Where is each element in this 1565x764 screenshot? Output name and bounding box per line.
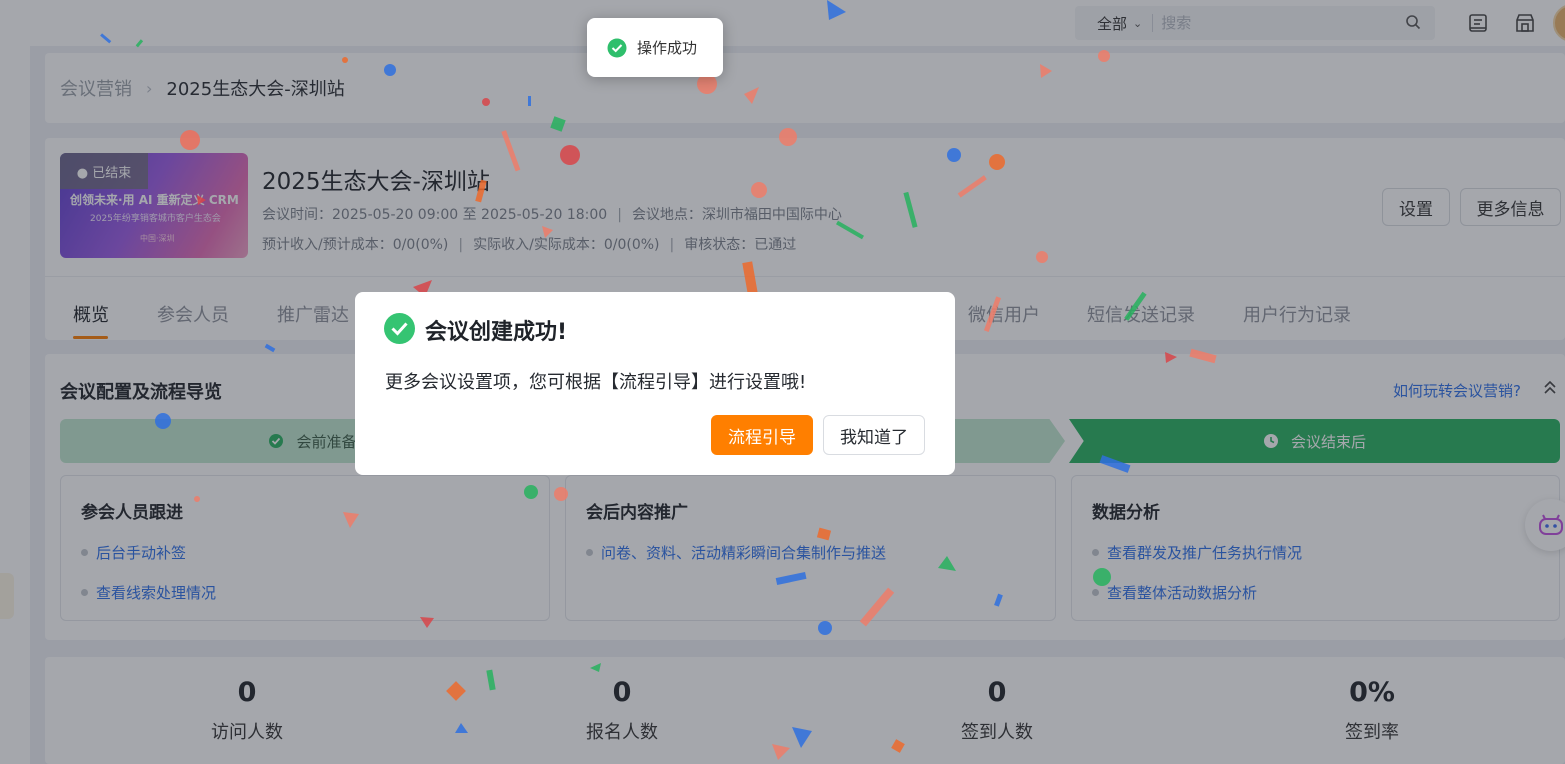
- dialog-title: 会议创建成功!: [425, 320, 568, 345]
- got-it-button[interactable]: 我知道了: [823, 415, 925, 455]
- meeting-created-dialog: 会议创建成功! 更多会议设置项，您可根据【流程引导】进行设置哦! 流程引导 我知…: [355, 292, 955, 475]
- toast-text: 操作成功: [637, 39, 698, 57]
- dialog-message: 更多会议设置项，您可根据【流程引导】进行设置哦!: [385, 372, 807, 393]
- process-guide-button[interactable]: 流程引导: [711, 415, 813, 455]
- success-toast: 操作成功: [587, 18, 723, 77]
- check-circle-icon: [607, 38, 627, 57]
- check-circle-icon: [384, 313, 415, 344]
